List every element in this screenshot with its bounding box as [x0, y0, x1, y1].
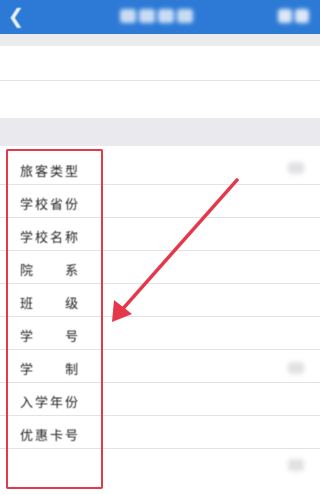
pointer-arrow: [112, 178, 239, 322]
